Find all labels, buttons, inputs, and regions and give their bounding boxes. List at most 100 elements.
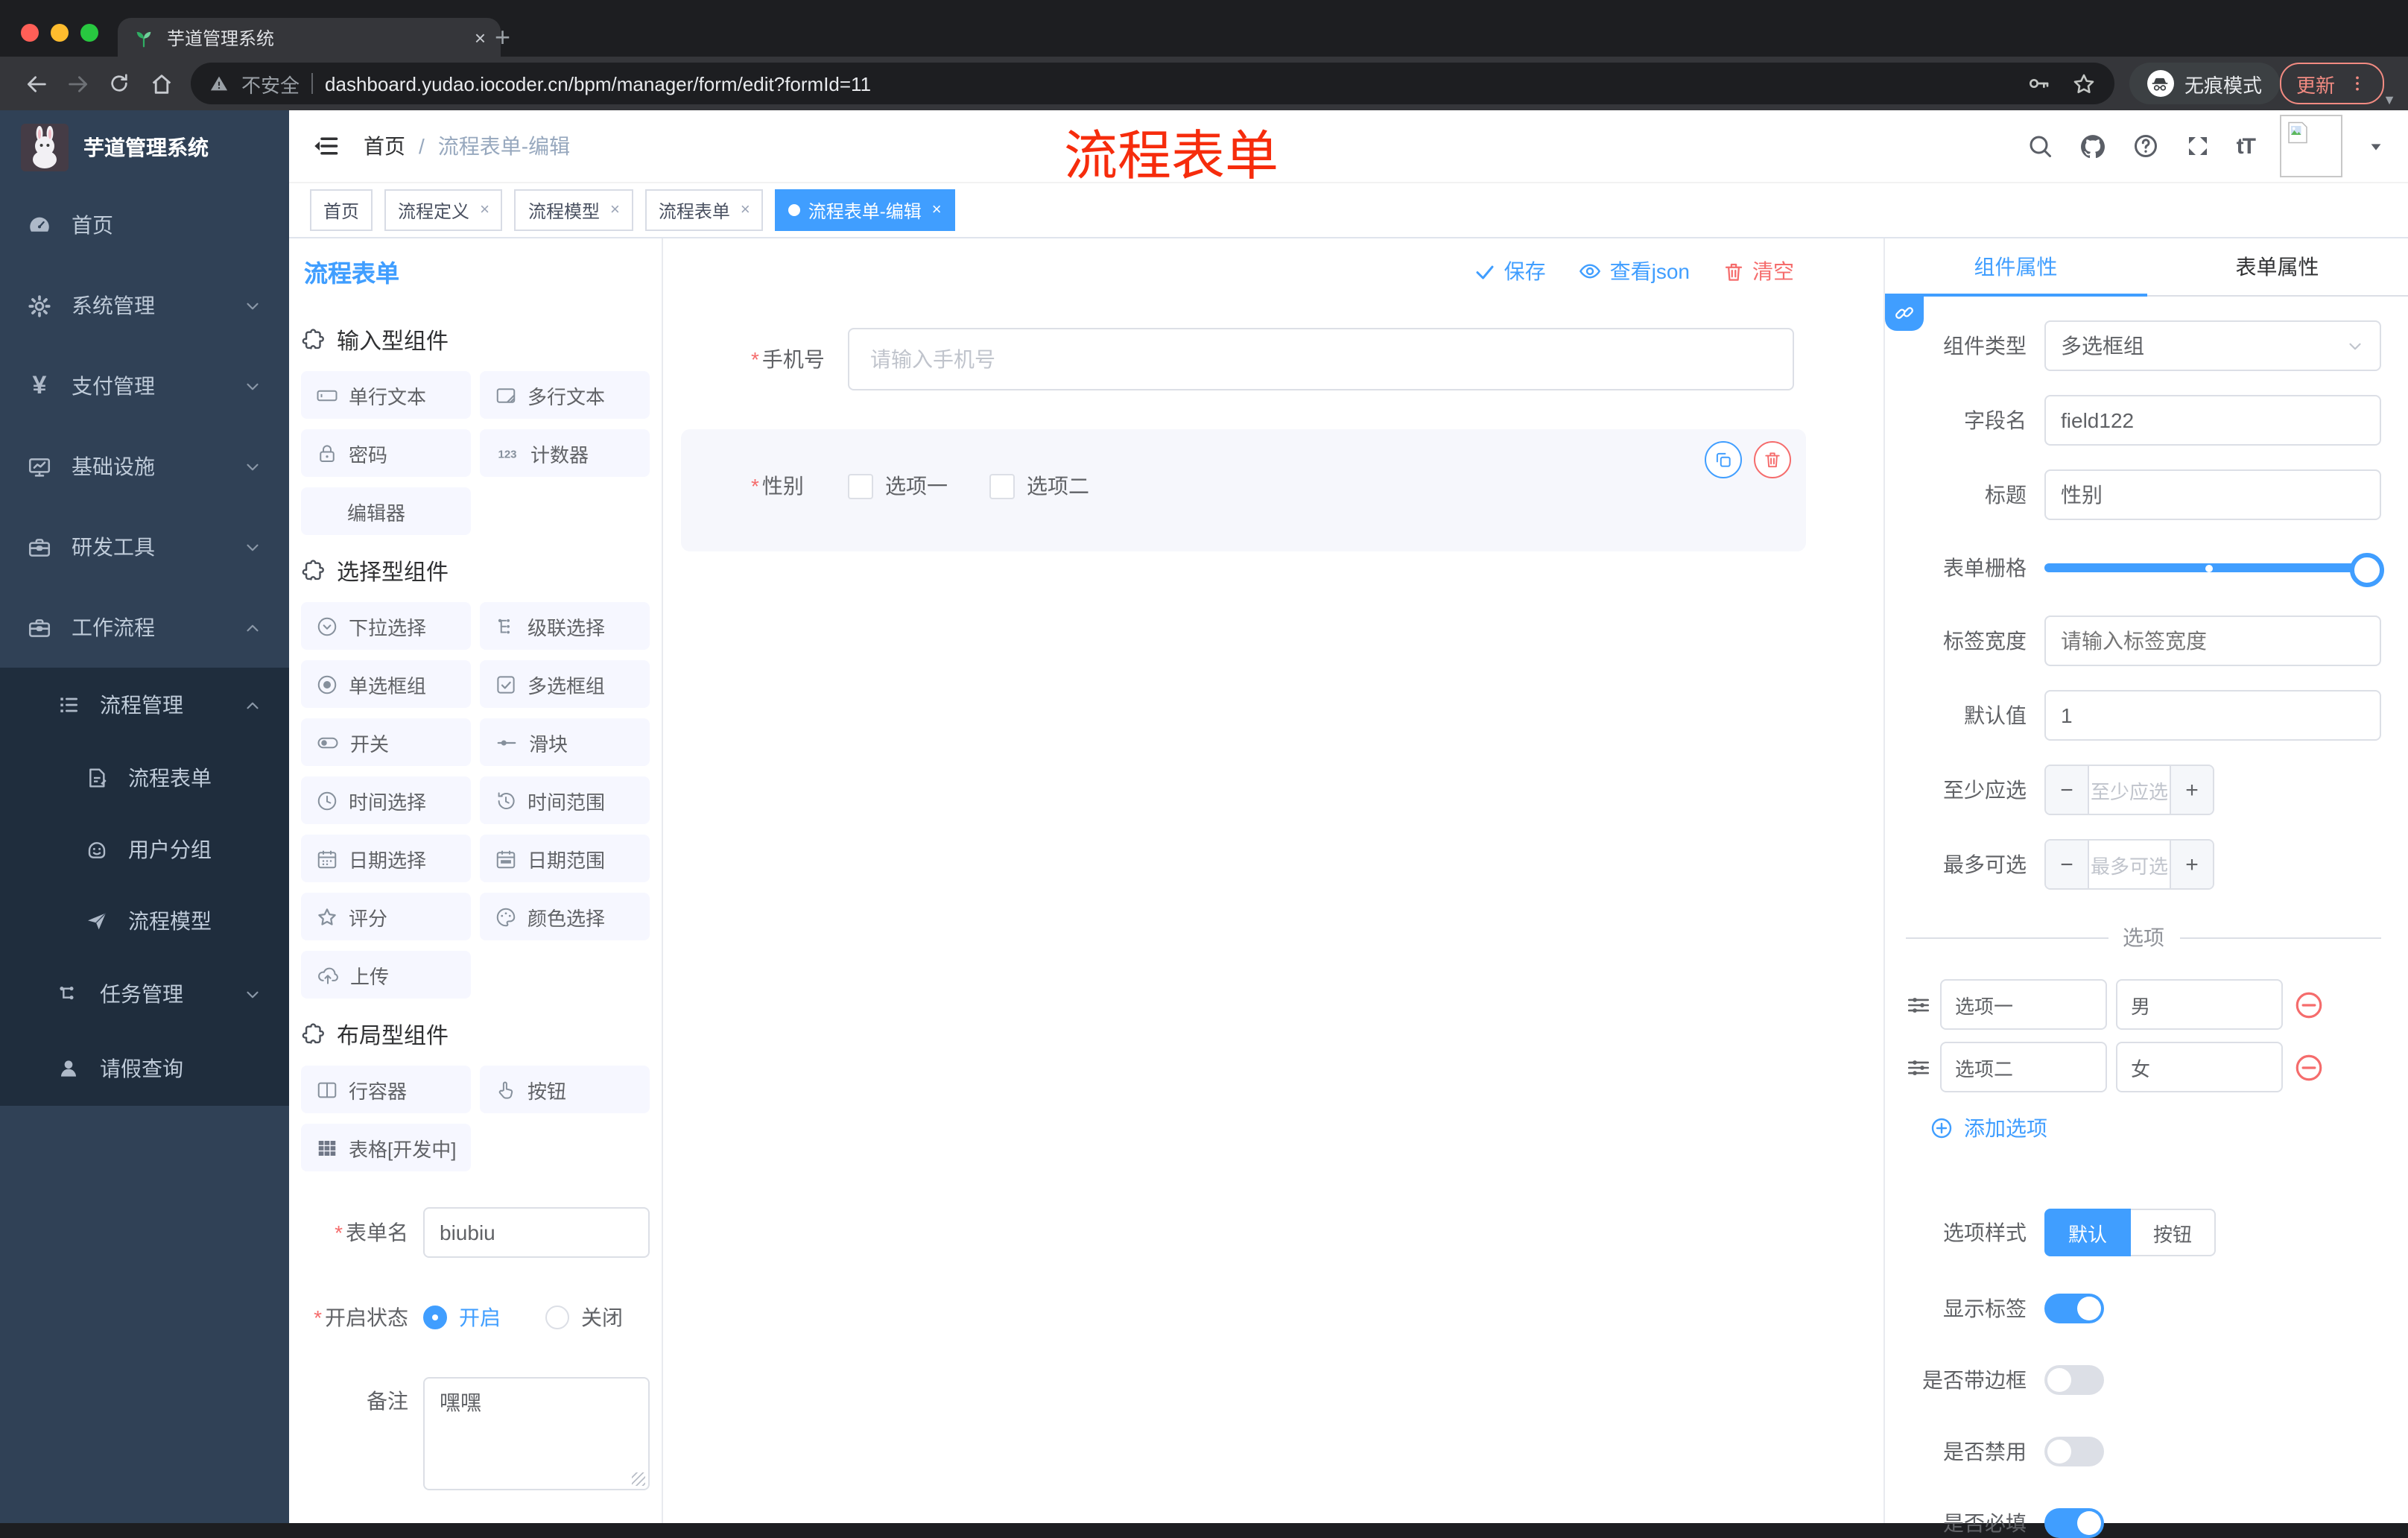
- field-name-input[interactable]: [2044, 395, 2381, 446]
- browser-tab[interactable]: 芋道管理系统 ×: [118, 18, 501, 57]
- style-button-button[interactable]: 按钮: [2131, 1209, 2217, 1256]
- disabled-toggle[interactable]: [2044, 1437, 2104, 1466]
- sidebar-item-devtools[interactable]: 研发工具: [0, 507, 289, 587]
- drag-handle-icon[interactable]: [1906, 992, 1931, 1017]
- back-icon[interactable]: [15, 63, 57, 104]
- tag-process-model[interactable]: 流程模型 ×: [514, 189, 633, 231]
- breadcrumb-home[interactable]: 首页: [364, 131, 405, 161]
- sidebar-item-task-mgmt[interactable]: 任务管理: [0, 957, 289, 1031]
- option-value-input[interactable]: [2116, 979, 2283, 1030]
- tab-component-props[interactable]: 组件属性: [1885, 238, 2146, 297]
- tag-process-definition[interactable]: 流程定义 ×: [384, 189, 503, 231]
- help-icon[interactable]: [2132, 133, 2159, 159]
- browser-menu-dots-icon[interactable]: [2347, 73, 2368, 94]
- password-key-icon[interactable]: [2027, 72, 2050, 95]
- default-value-input[interactable]: [2044, 690, 2381, 741]
- minimize-window-button[interactable]: [51, 24, 69, 42]
- close-tag-icon[interactable]: ×: [932, 201, 942, 219]
- decrease-button[interactable]: −: [2046, 841, 2089, 888]
- option-value-input[interactable]: [2116, 1042, 2283, 1092]
- radio-open[interactable]: 开启: [423, 1303, 501, 1332]
- sidebar-item-process-model[interactable]: 流程模型: [0, 885, 289, 957]
- collapse-sidebar-icon[interactable]: [313, 133, 340, 159]
- palette-item-radio-group[interactable]: 单选框组: [301, 660, 471, 708]
- increase-button[interactable]: +: [2170, 766, 2213, 814]
- font-size-icon[interactable]: tT: [2237, 133, 2256, 159]
- remove-option-button[interactable]: [2293, 1051, 2325, 1083]
- zoom-window-button[interactable]: [80, 24, 98, 42]
- palette-item-checkbox-group[interactable]: 多选框组: [480, 660, 650, 708]
- palette-item-rate[interactable]: 评分: [301, 893, 471, 940]
- reload-icon[interactable]: [98, 63, 140, 104]
- max-select-value[interactable]: 最多可选: [2089, 841, 2170, 888]
- palette-item-password[interactable]: 密码: [301, 429, 471, 477]
- palette-item-date-picker[interactable]: 日期选择: [301, 835, 471, 882]
- close-window-button[interactable]: [21, 24, 39, 42]
- checkbox-unchecked-icon[interactable]: [848, 473, 873, 499]
- delete-field-button[interactable]: [1754, 441, 1791, 478]
- component-type-select[interactable]: 多选框组: [2044, 320, 2381, 371]
- radio-closed[interactable]: 关闭: [545, 1303, 623, 1332]
- sidebar-item-system[interactable]: 系统管理: [0, 265, 289, 346]
- checkbox-option-2[interactable]: 选项二: [989, 471, 1089, 501]
- sidebar-item-workflow[interactable]: 工作流程: [0, 587, 289, 668]
- border-toggle[interactable]: [2044, 1365, 2104, 1395]
- style-default-button[interactable]: 默认: [2044, 1209, 2132, 1256]
- checkbox-option-1[interactable]: 选项一: [848, 471, 948, 501]
- min-select-value[interactable]: 至少应选: [2089, 766, 2170, 814]
- sidebar-item-infra[interactable]: 基础设施: [0, 426, 289, 507]
- github-icon[interactable]: [2079, 132, 2107, 160]
- toolbar-caret-icon[interactable]: ▼: [2383, 92, 2396, 107]
- option-label-input[interactable]: [1940, 979, 2107, 1030]
- tag-process-form-edit[interactable]: 流程表单-编辑 ×: [775, 189, 955, 231]
- user-menu-caret-icon[interactable]: [2368, 138, 2384, 154]
- duplicate-field-button[interactable]: [1705, 441, 1742, 478]
- sidebar-item-leave-query[interactable]: 请假查询: [0, 1031, 289, 1106]
- palette-item-slider[interactable]: 滑块: [480, 718, 650, 766]
- clear-button[interactable]: 清空: [1723, 256, 1794, 286]
- sidebar-item-payment[interactable]: ¥ 支付管理: [0, 346, 289, 426]
- sidebar-item-user-group[interactable]: 用户分组: [0, 814, 289, 885]
- phone-field-row[interactable]: * 手机号 请输入手机号: [751, 328, 1794, 390]
- new-tab-button[interactable]: +: [495, 21, 510, 54]
- palette-item-single-text[interactable]: 单行文本: [301, 371, 471, 419]
- title-input[interactable]: [2044, 469, 2381, 520]
- drag-handle-icon[interactable]: [1906, 1054, 1931, 1080]
- remove-option-button[interactable]: [2293, 989, 2325, 1020]
- browser-update-button[interactable]: 更新: [2279, 63, 2384, 104]
- search-icon[interactable]: [2027, 133, 2053, 159]
- fullscreen-icon[interactable]: [2184, 133, 2211, 159]
- macos-window-controls[interactable]: [21, 24, 98, 42]
- slider-handle[interactable]: [2350, 553, 2384, 587]
- phone-input[interactable]: 请输入手机号: [848, 328, 1794, 390]
- palette-item-row-container[interactable]: 行容器: [301, 1066, 471, 1113]
- palette-item-time-range[interactable]: 时间范围: [480, 776, 650, 824]
- tag-process-form[interactable]: 流程表单 ×: [644, 189, 764, 231]
- decrease-button[interactable]: −: [2046, 766, 2089, 814]
- close-tag-icon[interactable]: ×: [741, 201, 750, 219]
- palette-item-select[interactable]: 下拉选择: [301, 602, 471, 650]
- remark-textarea[interactable]: 嘿嘿: [423, 1377, 650, 1490]
- option-label-input[interactable]: [1940, 1042, 2107, 1092]
- palette-item-editor[interactable]: 编辑器: [301, 487, 471, 535]
- tab-form-props[interactable]: 表单属性: [2146, 238, 2408, 295]
- address-bar[interactable]: 不安全 dashboard.yudao.iocoder.cn/bpm/manag…: [191, 63, 2114, 104]
- palette-item-table[interactable]: 表格[开发中]: [301, 1124, 471, 1171]
- required-toggle[interactable]: [2044, 1508, 2104, 1538]
- show-label-toggle[interactable]: [2044, 1294, 2104, 1323]
- palette-item-multi-text[interactable]: 多行文本: [480, 371, 650, 419]
- palette-item-cascader[interactable]: 级联选择: [480, 602, 650, 650]
- save-button[interactable]: 保存: [1474, 256, 1546, 286]
- tag-home[interactable]: 首页: [310, 189, 373, 231]
- form-grid-slider[interactable]: [2044, 544, 2384, 592]
- close-tag-icon[interactable]: ×: [480, 201, 489, 219]
- link-handle-tab[interactable]: [1885, 295, 1924, 331]
- palette-item-switch[interactable]: 开关: [301, 718, 471, 766]
- close-tab-icon[interactable]: ×: [475, 26, 486, 48]
- sidebar-item-process-form[interactable]: 流程表单: [0, 742, 289, 814]
- home-icon[interactable]: [140, 63, 182, 104]
- form-name-input[interactable]: [423, 1207, 650, 1258]
- palette-item-color-picker[interactable]: 颜色选择: [480, 893, 650, 940]
- close-tag-icon[interactable]: ×: [610, 201, 620, 219]
- avatar[interactable]: [2280, 115, 2342, 177]
